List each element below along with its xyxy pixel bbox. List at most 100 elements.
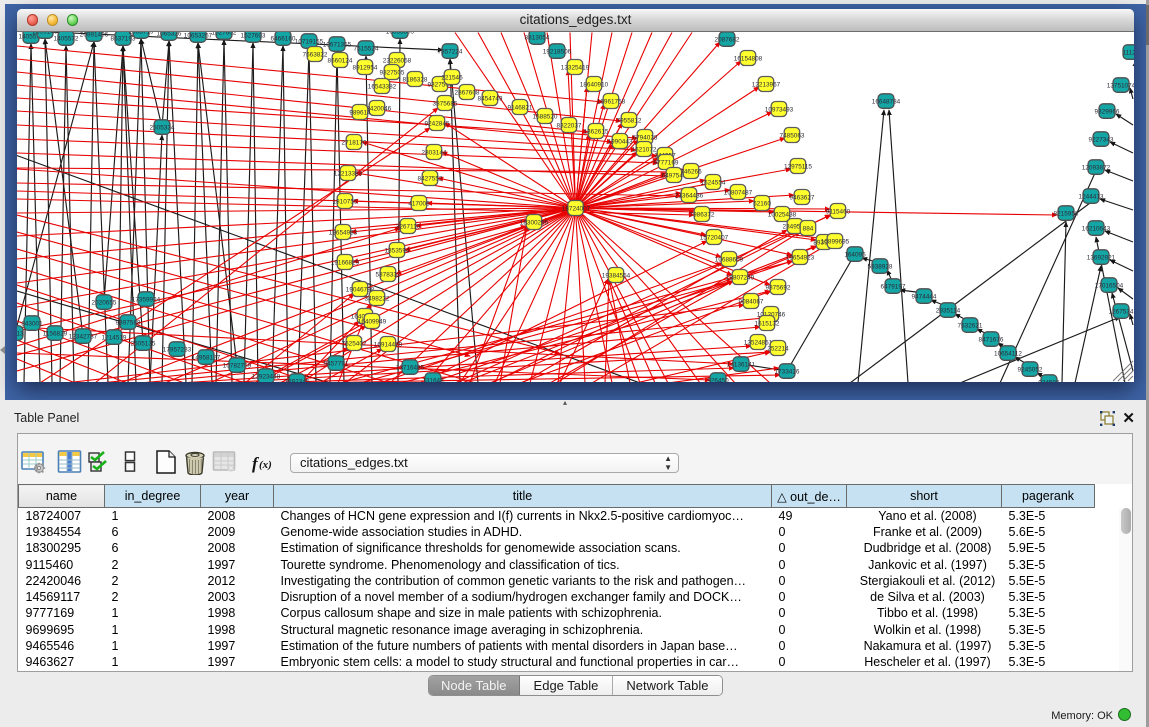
svg-text:8215958: 8215958 [1054,210,1079,217]
svg-text:1244413: 1244413 [1079,193,1104,200]
svg-text:8660124: 8660124 [328,57,353,64]
svg-text:8912954: 8912954 [353,64,378,71]
svg-text:9242845: 9242845 [425,120,450,127]
svg-text:164095: 164095 [844,251,866,258]
svg-text:9875692: 9875692 [766,284,791,291]
svg-text:2505135: 2505135 [131,340,156,347]
svg-text:7663822: 7663822 [303,51,328,58]
svg-text:19218506: 19218506 [543,48,572,55]
svg-text:2020655: 2020655 [92,299,117,306]
svg-text:1527603: 1527603 [241,32,266,39]
svg-text:2718170: 2718170 [342,139,367,146]
svg-text:16961758: 16961758 [597,98,626,105]
svg-text:16543382: 16543382 [368,83,397,90]
svg-text:14136141: 14136141 [727,361,756,368]
svg-text:2867608: 2867608 [455,89,480,96]
svg-text:131648: 131648 [422,377,444,382]
svg-text:1405572: 1405572 [54,35,79,42]
svg-text:17957233: 17957233 [163,346,192,353]
svg-text:221546: 221546 [441,74,463,81]
svg-text:1214519: 1214519 [102,334,127,341]
svg-text:1267534: 1267534 [1109,308,1134,315]
svg-text:1588520: 1588520 [533,113,558,120]
svg-text:1156829: 1156829 [43,330,68,337]
svg-text:7986372: 7986372 [690,211,715,218]
svg-text:18807249: 18807249 [726,274,755,281]
svg-text:8186328: 8186328 [403,76,428,83]
svg-text:8427552: 8427552 [418,175,443,182]
svg-text:10654112: 10654112 [994,350,1022,357]
svg-text:15720407: 15720407 [700,234,729,241]
svg-text:417006: 417006 [408,200,430,207]
svg-text:7515524: 7515524 [354,45,379,52]
svg-text:9146821: 9146821 [508,104,533,111]
svg-text:8454749: 8454749 [478,95,503,102]
svg-text:16648784: 16648784 [872,98,901,105]
svg-text:11125: 11125 [1123,49,1134,56]
svg-text:2803144: 2803144 [422,149,447,156]
svg-text:13692921: 13692921 [1087,254,1116,261]
svg-text:10973493: 10973493 [765,106,794,113]
svg-text:10671355: 10671355 [323,41,352,48]
svg-text:5878332: 5878332 [376,271,401,278]
svg-text:19384554: 19384554 [602,272,631,279]
svg-text:1733426: 1733426 [775,368,800,375]
svg-text:18640910: 18640910 [580,81,609,88]
svg-text:7485063: 7485063 [780,132,805,139]
svg-text:18300295: 18300295 [520,219,549,226]
svg-text:23226058: 23226058 [383,57,412,64]
svg-text:6466160: 6466160 [271,35,296,42]
svg-text:12975115: 12975115 [784,163,812,170]
svg-text:989614: 989614 [349,109,371,116]
svg-text:884: 884 [803,225,814,232]
svg-text:3498222: 3498222 [365,295,390,302]
svg-text:18724007: 18724007 [562,205,591,212]
svg-text:1990443: 1990443 [608,138,633,145]
svg-text:1527602: 1527602 [212,32,237,37]
svg-text:926450: 926450 [707,377,729,382]
svg-text:2063719: 2063719 [129,32,154,36]
svg-text:5938928: 5938928 [868,263,893,270]
svg-text:1362615: 1362615 [584,128,609,135]
svg-text:13751074: 13751074 [1107,82,1134,89]
svg-text:10807487: 10807487 [724,189,753,196]
svg-text:1353594: 1353594 [385,247,410,254]
svg-text:12342737: 12342737 [69,333,98,340]
svg-text:19166829: 19166829 [331,259,360,266]
svg-text:9245052: 9245052 [1018,366,1043,373]
svg-text:9327505: 9327505 [380,69,405,76]
svg-text:9115460: 9115460 [826,208,851,215]
svg-text:2935114: 2935114 [936,307,961,314]
svg-text:2087682: 2087682 [715,36,740,43]
svg-text:12093872: 12093872 [1082,164,1111,171]
svg-text:10719155: 10719155 [295,38,324,45]
svg-text:1065326: 1065326 [157,32,182,38]
svg-text:9474444: 9474444 [912,293,937,300]
svg-text:1292345: 1292345 [285,378,310,382]
svg-text:10782759: 10782759 [223,362,252,369]
svg-text:3875685: 3875685 [433,100,458,107]
svg-text:14958127: 14958127 [192,354,221,361]
svg-text:6794028: 6794028 [633,134,658,141]
svg-text:17359924: 17359924 [132,296,161,303]
svg-text:17016504: 17016504 [1095,282,1124,289]
svg-text:19654983: 19654983 [329,229,358,236]
svg-text:8471676: 8471676 [979,336,1004,343]
svg-text:13716485: 13716485 [396,364,425,371]
svg-text:10688609: 10688609 [715,256,744,263]
svg-text:16914479: 16914479 [374,341,403,348]
svg-text:7632621: 7632621 [958,322,983,329]
svg-text:1621072: 1621072 [632,146,657,153]
svg-text:39113: 39113 [17,330,24,337]
svg-text:9397588: 9397588 [116,319,141,326]
svg-text:10653267: 10653267 [184,32,213,39]
svg-text:10025438: 10025438 [768,211,797,218]
svg-text:62160: 62160 [753,200,771,207]
svg-text:9329966: 9329966 [1095,108,1120,115]
svg-text:746266: 746266 [680,168,702,175]
svg-text:9457791: 9457791 [324,360,349,367]
svg-text:19654923: 19654923 [786,254,815,261]
svg-text:7625402: 7625402 [342,340,367,347]
svg-text:8637193: 8637193 [111,35,136,42]
svg-text:8322037: 8322037 [557,122,582,129]
